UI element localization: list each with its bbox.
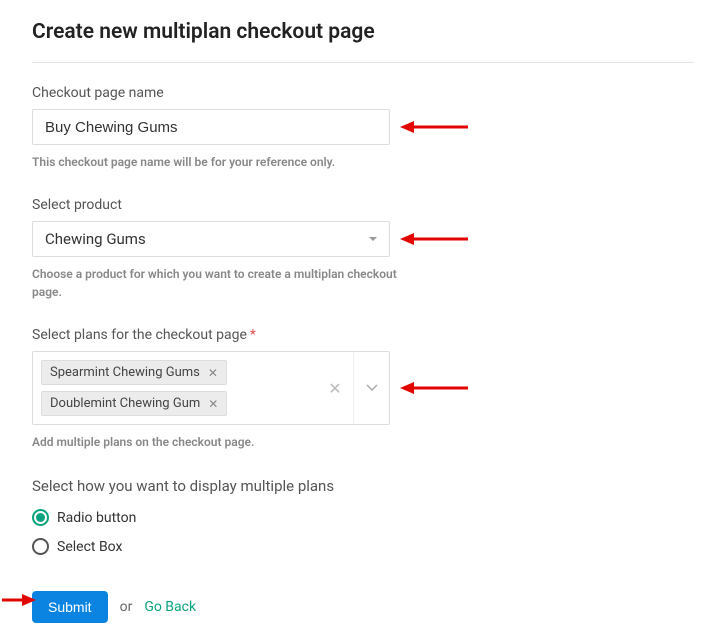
plans-multiselect[interactable]: Spearmint Chewing Gums ✕ Doublemint Chew… (32, 351, 390, 425)
checkout-name-field: Checkout page name This checkout page na… (32, 85, 694, 171)
plans-label: Select plans for the checkout page (32, 327, 247, 343)
display-mode-heading: Select how you want to display multiple … (32, 477, 694, 495)
submit-button[interactable]: Submit (32, 591, 108, 623)
radio-icon (32, 538, 49, 555)
arrow-annotation-icon (400, 379, 468, 397)
radio-option-radio-button[interactable]: Radio button (32, 509, 694, 526)
checkout-name-helper: This checkout page name will be for your… (32, 153, 412, 171)
plan-tag-label: Doublemint Chewing Gum (50, 396, 200, 411)
go-back-link[interactable]: Go Back (144, 599, 196, 615)
plans-helper: Add multiple plans on the checkout page. (32, 433, 412, 451)
remove-tag-icon[interactable]: ✕ (208, 367, 218, 379)
divider (32, 62, 694, 63)
plan-tag-label: Spearmint Chewing Gums (50, 365, 200, 380)
plans-tags-container: Spearmint Chewing Gums ✕ Doublemint Chew… (33, 352, 317, 424)
remove-tag-icon[interactable]: ✕ (208, 398, 218, 410)
checkout-name-label: Checkout page name (32, 85, 164, 101)
display-mode-field: Select how you want to display multiple … (32, 477, 694, 555)
chevron-down-icon (366, 384, 378, 392)
product-select[interactable]: Chewing Gums (32, 221, 390, 257)
clear-all-icon[interactable]: ✕ (317, 352, 353, 424)
radio-icon (32, 509, 49, 526)
display-mode-radio-group: Radio button Select Box (32, 509, 694, 555)
product-helper: Choose a product for which you want to c… (32, 265, 412, 301)
plans-field: Select plans for the checkout page * Spe… (32, 327, 694, 451)
arrow-annotation-icon (400, 230, 468, 248)
or-text: or (120, 599, 133, 615)
caret-down-icon (369, 237, 377, 241)
radio-label: Radio button (57, 510, 136, 526)
checkout-name-input[interactable] (32, 109, 390, 145)
plan-tag: Spearmint Chewing Gums ✕ (41, 360, 227, 385)
radio-option-select-box[interactable]: Select Box (32, 538, 694, 555)
product-select-value: Chewing Gums (45, 230, 146, 248)
multiselect-toggle[interactable] (353, 352, 389, 424)
arrow-annotation-icon (2, 591, 36, 609)
page-title: Create new multiplan checkout page (32, 20, 694, 44)
radio-label: Select Box (57, 539, 122, 555)
arrow-annotation-icon (400, 118, 468, 136)
product-field: Select product Chewing Gums Choose a pro… (32, 197, 694, 301)
plan-tag: Doublemint Chewing Gum ✕ (41, 391, 227, 416)
action-row: Submit or Go Back (32, 591, 694, 623)
required-indicator: * (250, 327, 256, 343)
product-label: Select product (32, 197, 122, 213)
